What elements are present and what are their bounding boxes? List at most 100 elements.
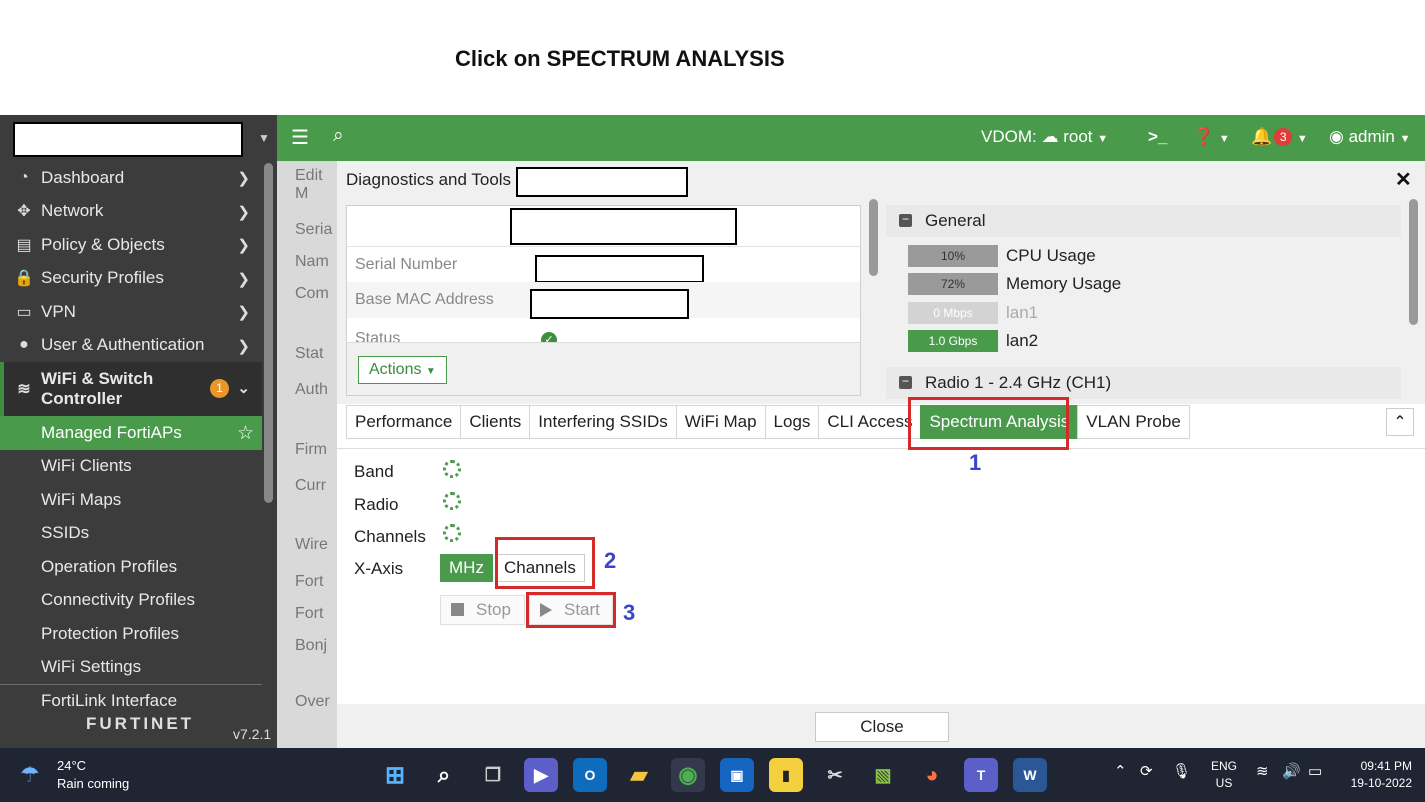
search-icon[interactable]: ⌕: [427, 758, 461, 792]
language-indicator[interactable]: ENG US: [1209, 758, 1239, 792]
sidebar: ▼ ◔ Dashboard ❯ ✥ Network ❯ ▤ Policy & Object…: [0, 115, 277, 748]
close-icon[interactable]: ✕: [1395, 167, 1412, 192]
notifications-menu[interactable]: 🔔 3 ▼: [1251, 127, 1308, 147]
firefox-icon[interactable]: ◕: [915, 758, 949, 792]
cloud-icon: ☁: [1041, 127, 1059, 146]
volume-icon[interactable]: 🔊: [1282, 762, 1301, 780]
help-menu[interactable]: ❓ ▼: [1193, 127, 1230, 147]
security-app-icon[interactable]: ▣: [720, 758, 754, 792]
sidebar-item-security-profiles[interactable]: 🔒 Security Profiles ❯: [0, 262, 262, 296]
tab-cli-access[interactable]: CLI Access: [818, 405, 921, 439]
tab-wifi-map[interactable]: WiFi Map: [675, 405, 765, 439]
monitor-icon: ▭: [16, 303, 32, 321]
general-section-header[interactable]: − General: [886, 205, 1401, 237]
sidebar-item-label: Protection Profiles: [41, 623, 179, 643]
sidebar-item-policy-objects[interactable]: ▤ Policy & Objects ❯: [0, 228, 262, 262]
task-view-icon[interactable]: ❐: [476, 758, 510, 792]
snipping-tool-icon[interactable]: ✂: [818, 758, 852, 792]
sidebar-item-managed-fortiaps[interactable]: Managed FortiAPs ☆: [0, 416, 262, 450]
system-clock[interactable]: 09:41 PM 19-10-2022: [1340, 758, 1412, 792]
caret-down-icon: ▼: [1399, 133, 1411, 145]
sidebar-item-wifi-switch-controller[interactable]: ≋ WiFi & Switch Controller 1 ⌄: [0, 362, 262, 416]
wifi-icon[interactable]: ≋: [1256, 762, 1269, 780]
sidebar-item-label: Operation Profiles: [41, 556, 178, 576]
tab-clients[interactable]: Clients: [460, 405, 530, 439]
modal-header: Diagnostics and Tools - ✕: [337, 161, 1425, 197]
sidebar-item-network[interactable]: ✥ Network ❯: [0, 195, 262, 229]
image-viewer-icon[interactable]: ▧: [866, 758, 900, 792]
teams-icon[interactable]: T: [964, 758, 998, 792]
search-icon[interactable]: ⌕: [333, 125, 344, 147]
info-scrollbar[interactable]: [869, 199, 878, 276]
chrome-icon[interactable]: ◉: [671, 758, 705, 792]
tab-interfering-ssids[interactable]: Interfering SSIDs: [529, 405, 676, 439]
menu-icon[interactable]: ☰: [291, 125, 309, 150]
tab-vlan-probe[interactable]: VLAN Probe: [1077, 405, 1190, 439]
tab-performance[interactable]: Performance: [346, 405, 461, 439]
sidebar-item-label: FortiLink Interface: [41, 691, 178, 711]
sidebar-item-user-authentication[interactable]: ● User & Authentication ❯: [0, 329, 262, 363]
sidebar-item-wifi-settings[interactable]: WiFi Settings: [0, 651, 262, 685]
sidebar-item-connectivity-profiles[interactable]: Connectivity Profiles: [0, 584, 262, 618]
sidebar-item-label: WiFi Maps: [41, 489, 122, 509]
sidebar-item-label: WiFi Settings: [41, 657, 142, 677]
caret-down-icon: ▼: [1296, 133, 1308, 145]
sticky-notes-icon[interactable]: ▮: [769, 758, 803, 792]
chevron-right-icon: ❯: [237, 270, 250, 288]
notification-badge: 3: [1274, 128, 1293, 146]
metric-lan1: 0 Mbps lan1: [908, 302, 1308, 324]
teams-chat-icon[interactable]: ▶: [524, 758, 558, 792]
sidebar-item-ssids[interactable]: SSIDs: [0, 517, 262, 551]
chevron-up-icon[interactable]: ⌃: [1386, 408, 1414, 436]
chevron-down-icon[interactable]: ▼: [258, 131, 270, 145]
highlight-box-channels: [495, 537, 595, 589]
battery-icon[interactable]: ▭: [1308, 762, 1322, 780]
bg-label: Bonj: [295, 637, 328, 654]
caret-down-icon: ▼: [425, 366, 436, 377]
tab-logs[interactable]: Logs: [764, 405, 819, 439]
metric-label: lan1: [1006, 303, 1039, 322]
close-button[interactable]: Close: [815, 712, 949, 742]
bg-label: Over: [295, 693, 330, 710]
dashboard-icon: ◔: [19, 168, 29, 186]
outlook-icon[interactable]: O: [573, 758, 607, 792]
bg-label: Nam: [295, 253, 329, 270]
metric-bar: 1.0 Gbps: [908, 330, 998, 352]
star-icon[interactable]: ☆: [237, 422, 254, 445]
sidebar-item-operation-profiles[interactable]: Operation Profiles: [0, 550, 262, 584]
sidebar-item-protection-profiles[interactable]: Protection Profiles: [0, 617, 262, 651]
sidebar-item-vpn[interactable]: ▭ VPN ❯: [0, 295, 262, 329]
tab-divider: [337, 448, 1425, 449]
metric-lan2: 1.0 Gbps lan2: [908, 330, 1308, 352]
sidebar-scrollbar[interactable]: [264, 163, 273, 503]
radio-section-header[interactable]: − Radio 1 - 2.4 GHz (CH1): [886, 367, 1401, 399]
sidebar-item-wifi-maps[interactable]: WiFi Maps: [0, 483, 262, 517]
sidebar-item-wifi-clients[interactable]: WiFi Clients: [0, 450, 262, 484]
chevron-up-icon[interactable]: ⌃: [1114, 762, 1127, 780]
user-menu[interactable]: ◉ admin ▼: [1329, 127, 1411, 147]
actions-button[interactable]: Actions ▼: [358, 356, 447, 384]
x-axis-mhz-button[interactable]: MHz: [440, 554, 493, 582]
sidebar-item-dashboard[interactable]: ◔ Dashboard ❯: [0, 161, 262, 195]
bg-label: Curr: [295, 477, 327, 494]
metric-memory: 72% Memory Usage: [908, 273, 1308, 295]
general-scrollbar[interactable]: [1409, 199, 1418, 325]
info-label: Serial Number: [355, 256, 458, 273]
word-icon[interactable]: W: [1013, 758, 1047, 792]
clock-date: 19-10-2022: [1350, 776, 1412, 790]
modal-footer: Close: [337, 704, 1425, 748]
microphone-icon[interactable]: 🎙: [1172, 762, 1191, 780]
sidebar-item-label: Security Profiles: [41, 268, 164, 288]
sidebar-search-redacted[interactable]: [13, 122, 243, 157]
caret-down-icon: ▼: [1097, 133, 1109, 145]
stop-button[interactable]: Stop: [440, 595, 525, 625]
metric-label: Memory Usage: [1006, 274, 1122, 293]
stop-icon: [451, 603, 464, 616]
section-title: Radio 1 - 2.4 GHz (CH1): [925, 373, 1112, 392]
cli-console-icon[interactable]: >_: [1148, 127, 1167, 147]
file-explorer-icon[interactable]: ▰: [622, 758, 656, 792]
vdom-selector[interactable]: VDOM: ☁ root ▼: [981, 127, 1108, 147]
sync-icon[interactable]: ⟳: [1140, 762, 1153, 780]
info-row-mac: Base MAC Address: [347, 282, 860, 319]
windows-start-icon[interactable]: ⊞: [378, 758, 412, 792]
